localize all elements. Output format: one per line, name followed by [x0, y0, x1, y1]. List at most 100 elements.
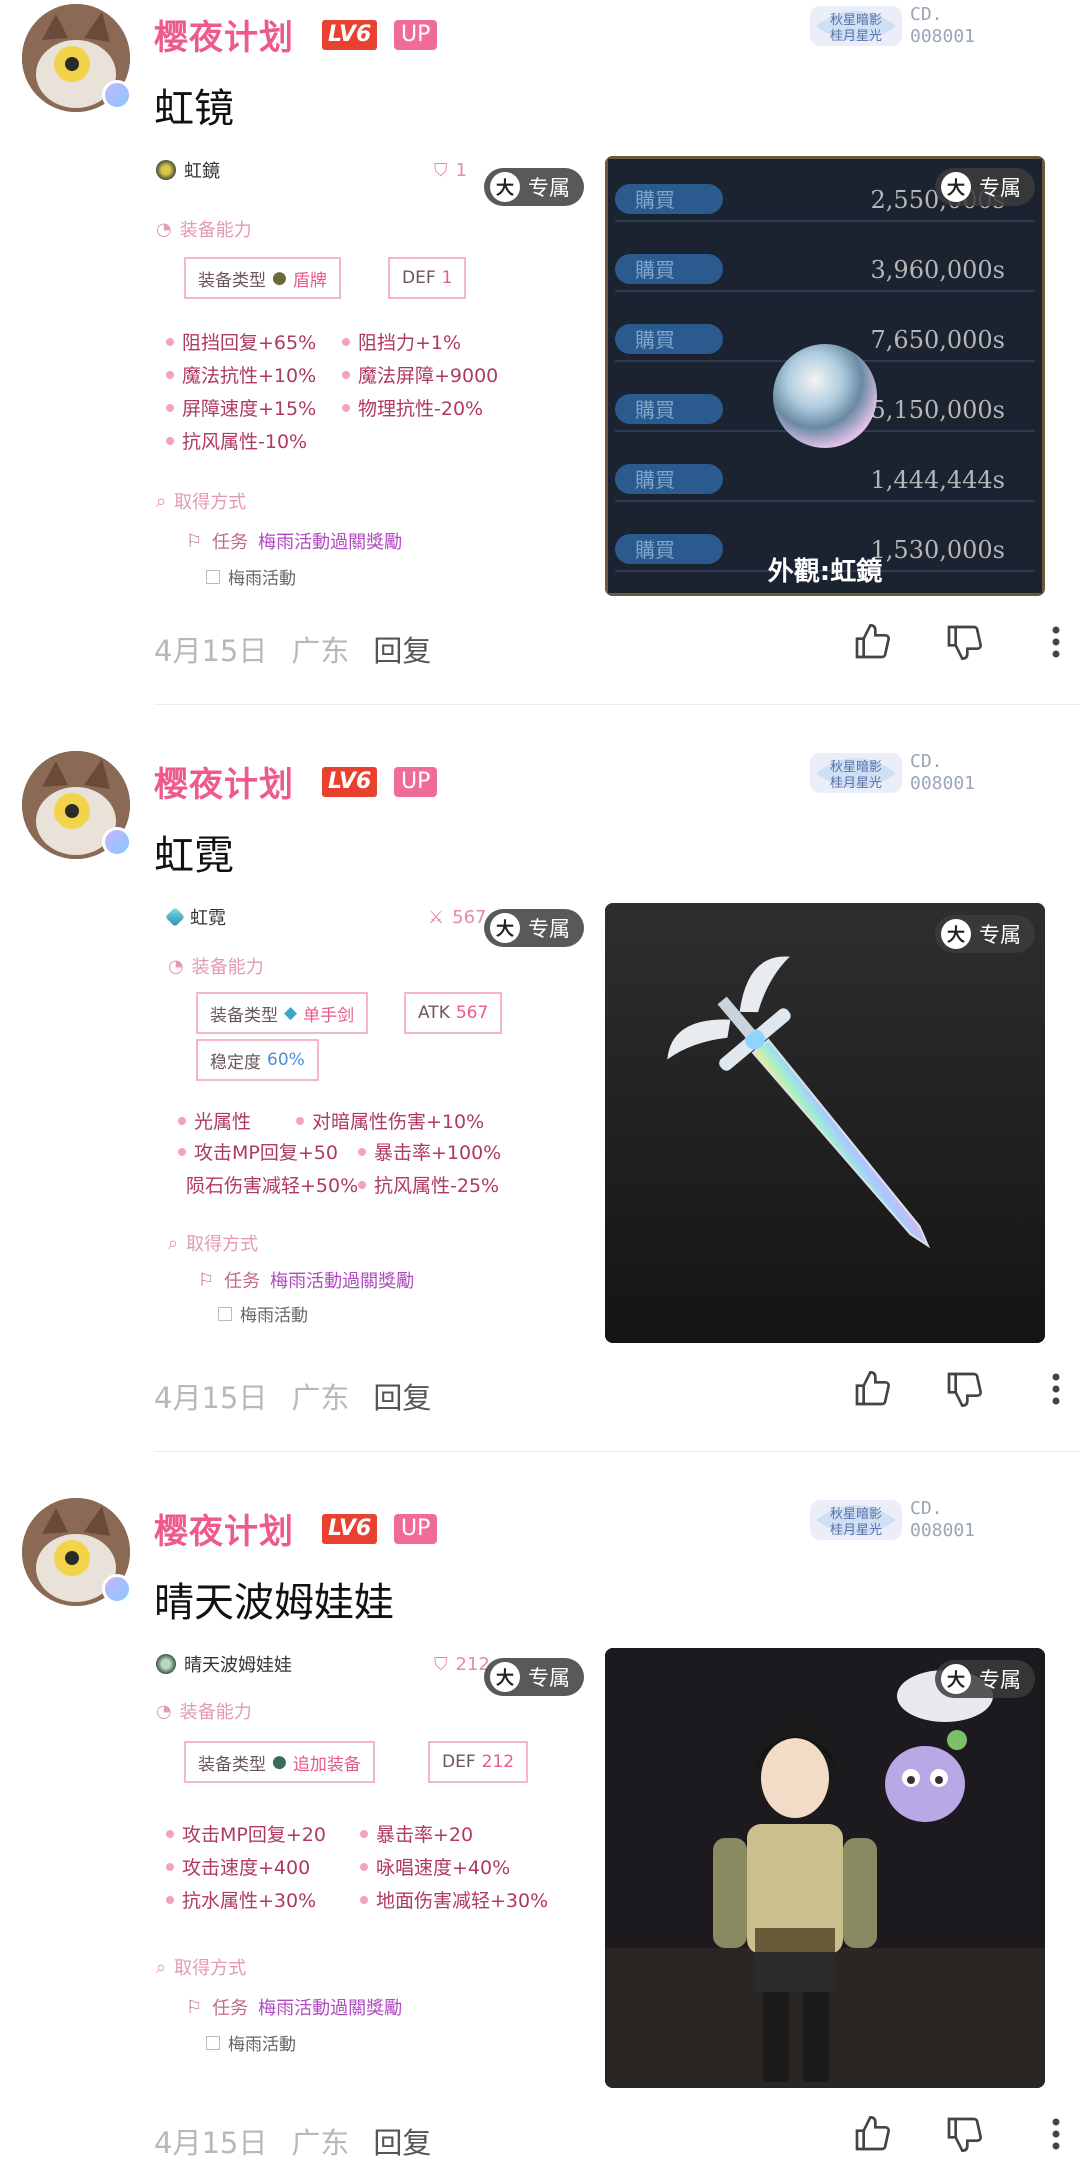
- attribute-list: 攻击MP回复+50 暴击率+100% 陨石伤害减轻+50% 抗风属性-25%: [178, 1138, 558, 1198]
- tag-type: 装备类型 ◆ 单手剑: [196, 992, 369, 1034]
- reply-button[interactable]: 回复: [373, 1375, 431, 1417]
- post-meta: 4月15日 广东 回复: [154, 628, 431, 670]
- tag-label: DEF: [402, 268, 436, 288]
- post-image[interactable]: [605, 1648, 1045, 2088]
- username[interactable]: 樱夜计划: [154, 757, 294, 806]
- username[interactable]: 樱夜计划: [154, 1504, 294, 1553]
- attribute: 暴击率+20: [360, 1820, 570, 1847]
- thumbs-down-icon[interactable]: [942, 2112, 986, 2156]
- exclusive-label: 专属: [528, 917, 570, 941]
- attribute: 攻击MP回复+50: [178, 1138, 358, 1165]
- task-row[interactable]: ⚐ 任务 梅雨活動過關獎勵: [186, 528, 402, 554]
- up-badge: UP: [394, 767, 438, 797]
- exclusive-big: 大: [490, 172, 520, 202]
- item-name-row: 晴天波姆娃娃: [156, 1650, 292, 1678]
- exclusive-badge: 大专属: [484, 1658, 584, 1696]
- fan-badge-id: CD. 008001: [910, 751, 976, 794]
- tag-type: 装备类型 ● 追加装备: [184, 1741, 375, 1783]
- price-label: 3,960,000s: [871, 256, 1005, 284]
- section-obtain-label: 取得方式: [174, 1958, 247, 1979]
- up-badge: UP: [394, 20, 438, 50]
- section-ability: ◔ 装备能力: [156, 216, 252, 242]
- character-screenshot: [605, 1648, 1045, 2088]
- more-icon[interactable]: [1034, 2112, 1078, 2156]
- post-meta: 4月15日 广东 回复: [154, 2120, 431, 2162]
- item-name-row: 虹鏡: [156, 156, 220, 184]
- reply-button[interactable]: 回复: [373, 628, 431, 670]
- tag-def: DEF 1: [388, 257, 467, 299]
- username[interactable]: 樱夜计划: [154, 10, 294, 59]
- buy-label: 購買: [635, 538, 675, 562]
- post-image[interactable]: [605, 903, 1045, 1343]
- item-card[interactable]: 虹霓 ⚔ 567 ◔ 装备能力 装备类型 ◆ 单手剑 ATK 567 稳定度 60% 光属…: [164, 897, 604, 1347]
- task-row[interactable]: ⚐ 任务 梅雨活動過關獎勵: [186, 1994, 402, 2020]
- tag-type: 装备类型 ● 盾牌: [184, 257, 341, 299]
- reply-button[interactable]: 回复: [373, 2120, 431, 2162]
- thumbs-up-icon[interactable]: [850, 2112, 894, 2156]
- item-card[interactable]: 虹鏡 ⛉ 1 ◔ 装备能力 装备类型 ● 盾牌 DEF 1 阻挡回复+65% 阻挡力+1…: [152, 150, 592, 600]
- post-location: 广东: [291, 634, 350, 668]
- task-link[interactable]: 梅雨活動過關獎勵: [258, 1994, 402, 2020]
- task-link[interactable]: 梅雨活動過關獎勵: [270, 1267, 414, 1293]
- up-badge: UP: [394, 1514, 438, 1544]
- tag-stability: 稳定度 60%: [196, 1039, 319, 1081]
- ability-icon: ◔: [156, 218, 172, 240]
- divider: [154, 1451, 1080, 1452]
- sub-label: 梅雨活動: [240, 1306, 308, 1326]
- shield-item-icon: [156, 160, 176, 180]
- post-date: 4月15日: [154, 634, 268, 668]
- box-icon: [218, 1306, 232, 1321]
- task-label: 任务: [224, 1271, 261, 1292]
- section-ability-label: 装备能力: [191, 957, 264, 978]
- section-obtain: ⌕ 取得方式: [168, 1230, 258, 1256]
- task-label: 任务: [212, 532, 249, 553]
- post-actions: [850, 620, 1078, 664]
- post-image[interactable]: 購買 2,550,000s 購買 3,960,000s 購買 7,650,000s 購買 5,…: [605, 156, 1045, 596]
- search-icon: ⌕: [168, 1232, 179, 1254]
- tag-label: ATK: [418, 1003, 450, 1023]
- post-location: 广东: [291, 1381, 350, 1415]
- level-badge: LV6: [322, 20, 378, 50]
- svg-text:秋星暗影: 秋星暗影: [830, 13, 882, 28]
- thumbs-up-icon[interactable]: [850, 620, 894, 664]
- top-stat-value: 1: [455, 160, 467, 181]
- thumbs-down-icon[interactable]: [942, 1367, 986, 1411]
- attribute: 地面伤害减轻+30%: [360, 1886, 570, 1913]
- box-icon: [206, 569, 220, 584]
- tag-def: DEF 212: [428, 1741, 529, 1783]
- more-icon[interactable]: [1034, 1367, 1078, 1411]
- attribute: 光属性: [178, 1107, 296, 1134]
- thumbs-down-icon[interactable]: [942, 620, 986, 664]
- level-badge: LV6: [322, 1514, 378, 1544]
- shield-item-icon: ●: [272, 268, 287, 288]
- search-icon: ⌕: [156, 490, 167, 512]
- attribute-list: 光属性 对暗属性伤害+10%: [178, 1107, 536, 1134]
- flag-icon: ⚐: [186, 1996, 203, 2018]
- section-obtain-label: 取得方式: [186, 1234, 259, 1255]
- item-name: 虹鏡: [184, 161, 220, 182]
- post-title: 虹镜: [154, 86, 234, 132]
- task-link[interactable]: 梅雨活動過關獎勵: [258, 528, 402, 554]
- price-label: 5,150,000s: [871, 396, 1005, 424]
- attribute: 阻挡回复+65%: [166, 328, 342, 355]
- exclusive-label: 专属: [528, 176, 570, 200]
- more-icon[interactable]: [1034, 620, 1078, 664]
- fan-badge-icon: 秋星暗影 桂月星光: [810, 6, 902, 46]
- item-name-row: 虹霓: [165, 903, 226, 931]
- exclusive-badge: 大专属: [484, 168, 584, 206]
- rainbow-orb-icon: [773, 344, 877, 448]
- doll-item-icon: [156, 1654, 176, 1674]
- tag-value: 单手剑: [303, 1005, 355, 1026]
- item-card[interactable]: 晴天波姆娃娃 ⛉ 212 ◔ 装备能力 装备类型 ● 追加装备 DEF 212 攻击MP…: [152, 1644, 592, 2094]
- fan-badge-id: CD. 008001: [910, 1498, 976, 1541]
- flag-icon: ⚐: [186, 530, 203, 552]
- task-label: 任务: [212, 1998, 249, 2019]
- tag-atk: ATK 567: [404, 992, 503, 1034]
- section-ability: ◔ 装备能力: [156, 1698, 252, 1724]
- exclusive-label: 专属: [979, 1668, 1021, 1692]
- svg-text:秋星暗影: 秋星暗影: [830, 1507, 882, 1522]
- fan-badge-icon: 秋星暗影 桂月星光: [810, 1500, 902, 1540]
- thumbs-up-icon[interactable]: [850, 1367, 894, 1411]
- attribute: 屏障速度+15%: [166, 394, 342, 421]
- task-row[interactable]: ⚐ 任务 梅雨活動過關獎勵: [198, 1267, 414, 1293]
